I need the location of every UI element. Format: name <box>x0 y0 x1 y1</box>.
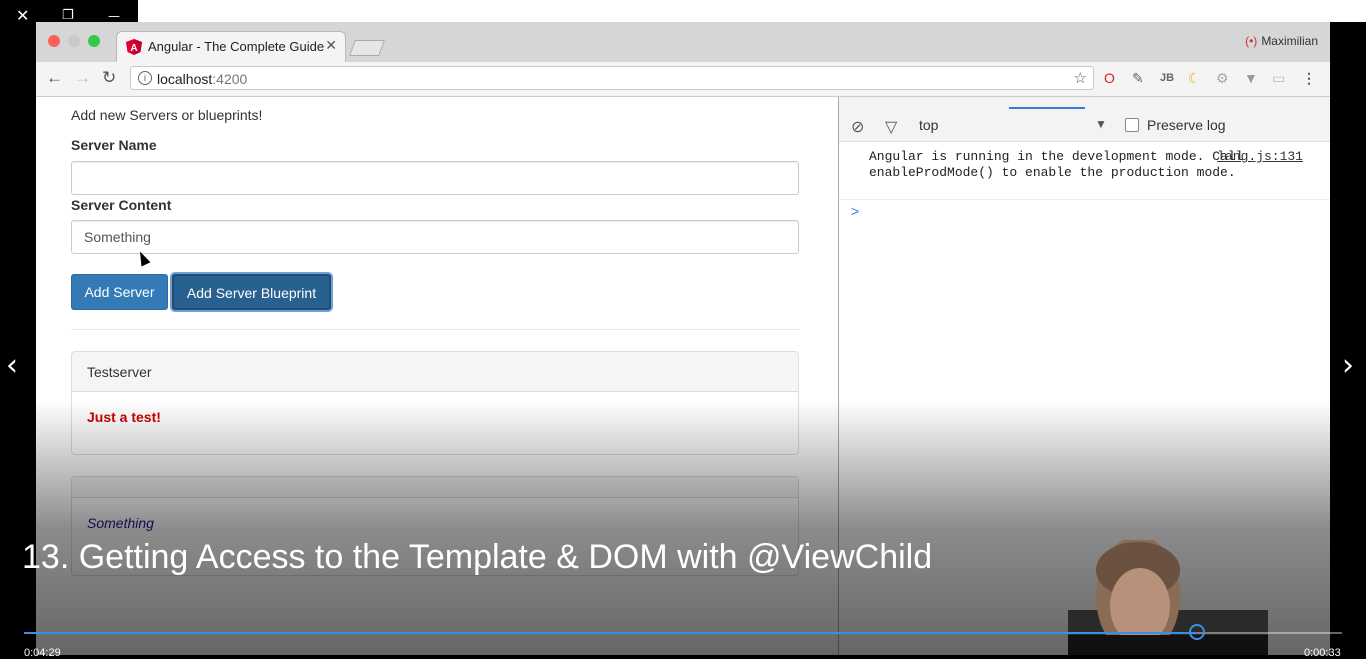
server-panel: Testserver Just a test! <box>71 351 799 455</box>
vue-icon[interactable]: ▼ <box>1244 70 1258 86</box>
user-profile[interactable]: (•) Maximilian <box>1245 34 1318 48</box>
preserve-log-label: Preserve log <box>1147 117 1226 133</box>
settings-icon[interactable]: ⚙ <box>1216 70 1229 87</box>
panel-body: Just a test! <box>87 409 161 425</box>
chevron-down-icon[interactable]: ▼ <box>1095 117 1107 131</box>
mac-zoom-icon[interactable] <box>88 35 100 47</box>
panel-heading: Testserver <box>72 352 798 392</box>
next-arrow-icon[interactable]: › <box>1342 348 1354 383</box>
remaining-time: 0:00:33 <box>1304 647 1341 659</box>
tab-close-icon[interactable]: ✕ <box>325 37 337 54</box>
eyedropper-icon[interactable]: ✎ <box>1132 70 1144 87</box>
angular-logo-icon: A <box>126 39 142 55</box>
preserve-log-checkbox[interactable] <box>1125 118 1139 132</box>
presenter-video-image <box>1068 540 1268 655</box>
progress-fill <box>24 632 1198 634</box>
reload-icon[interactable]: ↻ <box>102 68 116 88</box>
svg-text:A: A <box>130 43 137 54</box>
clear-console-icon[interactable]: ⊘ <box>851 117 864 137</box>
mac-minimize-icon[interactable] <box>68 35 80 47</box>
elapsed-time: 0:04:29 <box>24 647 61 659</box>
url-text: localhost:4200 <box>157 71 248 87</box>
star-icon[interactable]: ☆ <box>1074 69 1087 87</box>
tab-bar: A Angular - The Complete Guide ✕ (•) Maxi… <box>36 22 1330 62</box>
add-blueprint-button[interactable]: Add Server Blueprint <box>172 274 331 310</box>
add-server-button[interactable]: Add Server <box>71 274 168 310</box>
forward-arrow-icon[interactable]: → <box>74 68 91 88</box>
console-prompt[interactable]: > <box>851 203 859 219</box>
browser-toolbar: ← → ↻ i localhost:4200 ☆ O ✎ JB ☾ ⚙ ▼ ▭ … <box>36 62 1330 97</box>
server-name-label: Server Name <box>71 137 157 153</box>
menu-icon[interactable]: ⋮ <box>1302 70 1316 87</box>
progress-knob[interactable] <box>1189 624 1206 640</box>
info-icon[interactable]: i <box>138 71 152 85</box>
intro-text: Add new Servers or blueprints! <box>71 107 263 123</box>
server-content-label: Server Content <box>71 197 172 213</box>
console-separator <box>839 199 1330 200</box>
divider <box>71 329 799 330</box>
user-icon: (•) <box>1245 34 1258 48</box>
tab-title: Angular - The Complete Guide <box>148 39 325 54</box>
console-toolbar: ⊘ ▽ top ▼ Preserve log <box>839 109 1330 142</box>
video-title: 13. Getting Access to the Template & DOM… <box>22 538 933 576</box>
video-progress-bar[interactable] <box>24 624 1342 640</box>
console-source-link[interactable]: lang.js:131 <box>1217 149 1303 164</box>
cast-icon[interactable]: ▭ <box>1272 70 1285 87</box>
top-strip <box>138 0 1366 22</box>
previous-arrow-icon[interactable]: ‹ <box>6 348 18 383</box>
context-selector[interactable]: top <box>919 117 938 133</box>
address-bar[interactable]: i localhost:4200 ☆ <box>130 66 1094 90</box>
back-arrow-icon[interactable]: ← <box>46 68 63 88</box>
close-window-icon[interactable]: ✕ <box>16 6 29 26</box>
moon-icon[interactable]: ☾ <box>1188 70 1201 87</box>
server-name-input[interactable] <box>71 161 799 195</box>
panel-heading <box>72 477 798 498</box>
new-tab-button[interactable] <box>349 40 385 56</box>
opera-icon[interactable]: O <box>1104 70 1115 86</box>
user-name: Maximilian <box>1261 34 1318 48</box>
browser-tab[interactable]: A Angular - The Complete Guide ✕ <box>116 31 346 62</box>
filter-icon[interactable]: ▽ <box>885 117 897 137</box>
jb-icon[interactable]: JB <box>1160 72 1174 84</box>
server-content-input[interactable]: Something <box>71 220 799 254</box>
mac-close-icon[interactable] <box>48 35 60 47</box>
